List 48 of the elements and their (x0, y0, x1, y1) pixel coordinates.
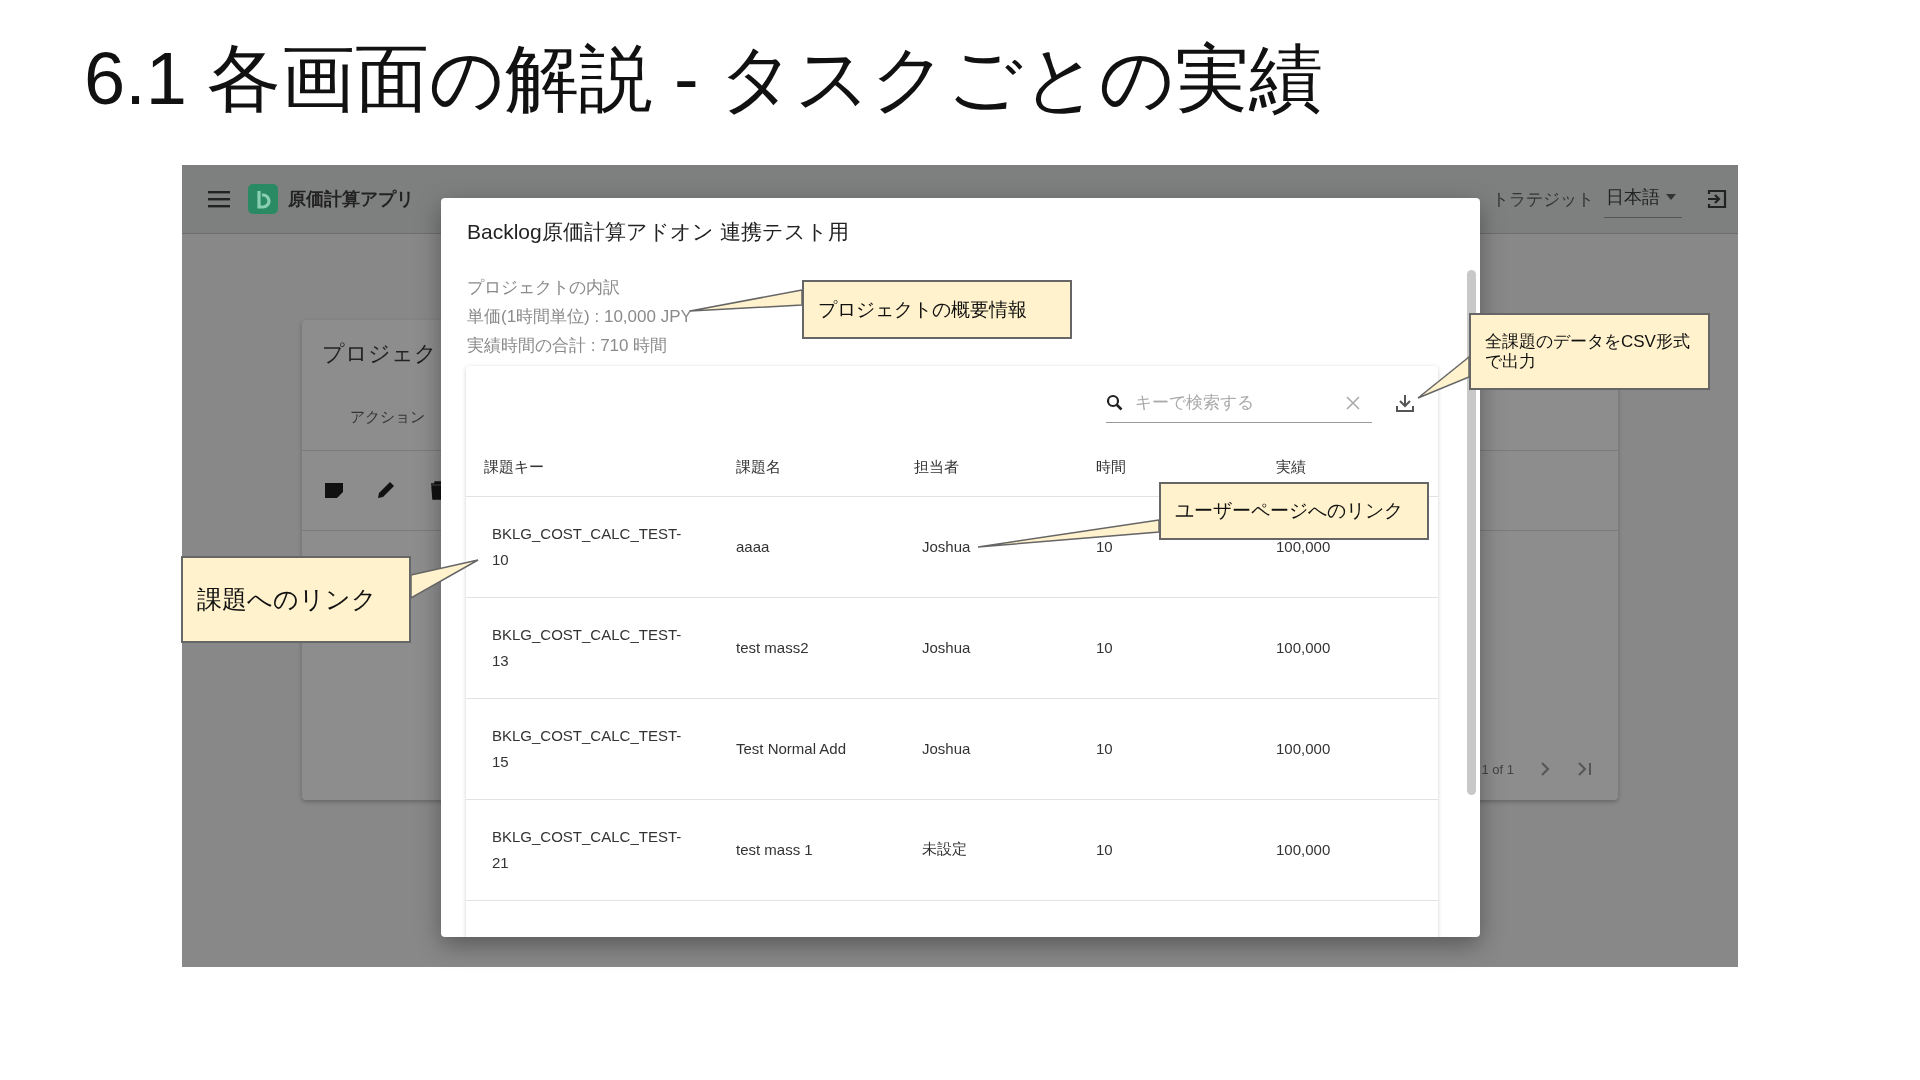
callout-note: プロジェクトの概要情報 (802, 280, 1072, 339)
app-name: 原価計算アプリ (288, 188, 414, 211)
language-select[interactable]: 日本語 (1604, 180, 1682, 218)
cost-value: 100,000 (1276, 841, 1331, 858)
assignee-link[interactable]: Joshua (922, 639, 971, 656)
callout-note: 全課題のデータをCSV形式で出力 (1469, 313, 1710, 390)
logo-icon (248, 184, 278, 214)
dialog-title: Backlog原価計算アドオン 連携テスト用 (467, 219, 849, 245)
issue-key-link[interactable]: BKLG_COST_CALC_TEST-15 (492, 722, 690, 775)
callout-note: 課題へのリンク (181, 556, 411, 643)
hours-value: 10 (1096, 639, 1113, 656)
cost-value: 100,000 (1276, 639, 1331, 656)
column-header: アクション (350, 408, 425, 427)
page-count: 1 of 1 (1481, 761, 1514, 777)
callout-note: ユーザーページへのリンク (1159, 482, 1429, 540)
issue-key-link[interactable]: BKLG_COST_CALC_TEST-10 (492, 520, 690, 573)
cost-value: 100,000 (1276, 538, 1331, 555)
menu-icon[interactable] (208, 190, 230, 208)
card-title: プロジェク (322, 340, 437, 368)
column-header: 実績 (1276, 458, 1306, 476)
slide-title: 6.1 各画面の解説 - タスクごとの実績 (84, 36, 1324, 122)
caret-icon (1666, 193, 1676, 200)
search-icon (1106, 394, 1123, 411)
assignee-link[interactable]: Joshua (922, 538, 971, 555)
issue-key-link[interactable]: BKLG_COST_CALC_TEST-21 (492, 823, 690, 876)
column-header: 課題名 (736, 458, 781, 476)
column-header: 時間 (1096, 458, 1126, 476)
column-header: 課題キー (484, 458, 544, 476)
download-icon[interactable] (1394, 392, 1416, 414)
assignee-link[interactable]: 未設定 (922, 840, 967, 857)
issue-name: aaaa (736, 538, 770, 555)
summary-line: 実績時間の合計 : 710 時間 (467, 335, 669, 357)
hours-value: 10 (1096, 841, 1113, 858)
issue-key-link[interactable]: BKLG_COST_CALC_TEST-13 (492, 621, 690, 674)
logout-icon[interactable] (1706, 188, 1728, 210)
cost-value: 100,000 (1276, 740, 1331, 757)
column-header: 担当者 (914, 458, 959, 476)
summary-line: プロジェクトの内訳 (467, 277, 621, 299)
issue-name: test mass 1 (736, 841, 813, 858)
callout-pointer (1417, 355, 1470, 399)
summary-line: 単価(1時間単位) : 10,000 JPY (467, 306, 692, 328)
issue-name: test mass2 (736, 639, 809, 656)
assignee-link[interactable]: Joshua (922, 740, 971, 757)
issue-name: Test Normal Add (736, 740, 847, 757)
hours-value: 10 (1096, 538, 1113, 555)
callout-pointer (410, 559, 479, 600)
hours-value: 10 (1096, 740, 1113, 757)
space-name: トラテジット (1492, 188, 1594, 211)
